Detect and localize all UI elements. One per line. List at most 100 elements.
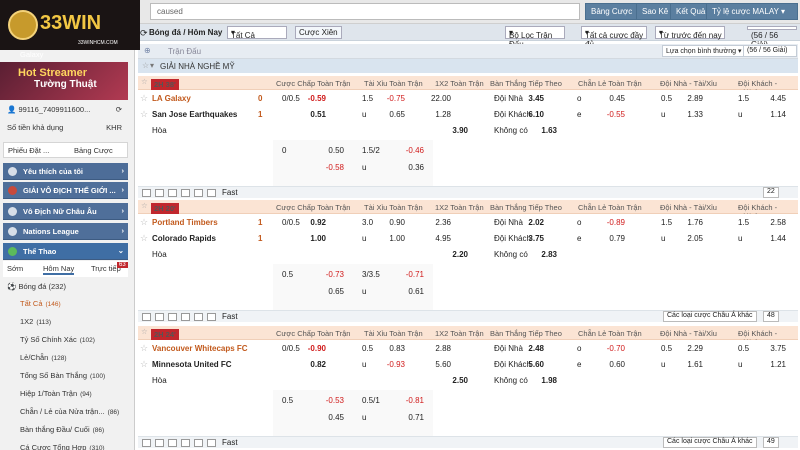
search-input[interactable]: caused <box>150 3 580 20</box>
sidebar-market-item[interactable]: 1X2 (113) <box>20 317 51 326</box>
odds-value[interactable]: 0.50 <box>328 146 344 155</box>
home-team-name[interactable]: LA Galaxy <box>152 94 191 103</box>
odds-value[interactable]: 3.75 <box>770 344 786 353</box>
view-option-select[interactable]: Lựa chọn bình thường ▾ <box>662 45 746 57</box>
odds-value[interactable]: 5.60 <box>435 360 451 369</box>
live-tab-label[interactable]: Trận Đấu <box>168 47 201 56</box>
odds-value[interactable]: 2.36 <box>435 218 451 227</box>
page-info-select[interactable]: (56 / 56 Giải) <box>747 26 797 49</box>
statement-button[interactable]: Sao Kê <box>636 3 675 20</box>
sidebar-market-item[interactable]: Tất Cả (146) <box>20 299 61 308</box>
chart-icon[interactable] <box>168 189 177 197</box>
odds-value[interactable]: 1.21 <box>770 360 786 369</box>
odds-value[interactable]: 2.88 <box>435 344 451 353</box>
chart-icon[interactable] <box>168 439 177 447</box>
odds-value[interactable]: 0.65 <box>328 287 344 296</box>
info-icon[interactable] <box>181 313 190 321</box>
odds-value[interactable]: 1.76 <box>687 218 703 227</box>
play-icon[interactable] <box>142 189 151 197</box>
stats-icon[interactable] <box>155 189 164 197</box>
star-icon[interactable]: ☆ <box>142 61 149 70</box>
sidebar-market-item[interactable]: Tỷ Số Chính Xác (102) <box>20 335 95 344</box>
away-team-name[interactable]: San Jose Earthquakes <box>152 110 237 119</box>
more-asian-markets-select[interactable]: Các loại cược Châu Á khác <box>663 437 757 448</box>
odds-value[interactable]: 4.45 <box>770 94 786 103</box>
odds-value[interactable]: 0.82 <box>310 360 326 369</box>
odds-value[interactable]: 0.71 <box>408 413 424 422</box>
odds-value[interactable]: 3.45 <box>528 94 544 103</box>
odds-value[interactable]: -0.59 <box>308 94 326 103</box>
odds-value[interactable]: 1.14 <box>770 110 786 119</box>
stats-icon[interactable] <box>155 439 164 447</box>
odds-value[interactable]: -0.53 <box>326 396 344 405</box>
odds-value[interactable]: 4.95 <box>435 234 451 243</box>
odds-value[interactable]: 2.83 <box>541 250 557 259</box>
odds-value[interactable]: 2.29 <box>687 344 703 353</box>
play-icon[interactable] <box>142 439 151 447</box>
odds-value[interactable]: 3.90 <box>452 126 468 135</box>
info-icon[interactable] <box>181 439 190 447</box>
star-icon[interactable]: ☆ <box>140 359 148 370</box>
odds-value[interactable]: -0.93 <box>387 360 405 369</box>
odds-value[interactable]: 5.60 <box>528 360 544 369</box>
odds-value[interactable]: 0.79 <box>609 234 625 243</box>
odds-value[interactable]: -0.46 <box>406 146 424 155</box>
away-team-name[interactable]: Minnesota United FC <box>152 360 232 369</box>
fast-bet-button[interactable]: Fast <box>222 188 238 197</box>
odds-value[interactable]: 0.90 <box>389 218 405 227</box>
page-count-select[interactable]: (56 / 56 Giải) <box>743 45 797 57</box>
info-icon[interactable] <box>181 189 190 197</box>
star-icon[interactable]: ☆ <box>140 93 148 104</box>
odds-value[interactable]: 0.45 <box>609 94 625 103</box>
refresh-icon[interactable] <box>194 313 203 321</box>
world-cup-section[interactable]: GIẢI VÔ ĐỊCH THẾ GIỚI ... › <box>3 182 128 199</box>
market-count-select[interactable]: 49 <box>763 437 779 448</box>
odds-value[interactable]: -0.58 <box>326 163 344 172</box>
odds-value[interactable]: 1.63 <box>541 126 557 135</box>
away-team-name[interactable]: Colorado Rapids <box>152 234 216 243</box>
odds-value[interactable]: 0.61 <box>408 287 424 296</box>
sidebar-market-item[interactable]: Chẵn / Lẻ của Nửa trận... (86) <box>20 407 119 416</box>
star-icon[interactable]: ☆ <box>141 327 148 336</box>
sidebar-market-item[interactable]: Bàn thắng Đầu/ Cuối (86) <box>20 425 104 434</box>
favorites-section[interactable]: Yêu thích của tôi › <box>3 163 128 180</box>
league-filter-select[interactable]: Bộ Lọc Trận Đấu ▾ <box>505 26 565 49</box>
time-filter-select[interactable]: Từ trước đến nay ▾ <box>655 26 725 40</box>
odds-value[interactable]: 1.33 <box>687 110 703 119</box>
odds-value[interactable]: 1.00 <box>310 234 326 243</box>
odds-value[interactable]: 0.36 <box>408 163 424 172</box>
odds-value[interactable]: 1.28 <box>435 110 451 119</box>
odds-value[interactable]: 0.92 <box>310 218 326 227</box>
parlay-button[interactable]: Cược Xiên <box>295 26 342 39</box>
stats-icon[interactable] <box>155 313 164 321</box>
odds-value[interactable]: -0.55 <box>607 110 625 119</box>
odds-value[interactable]: 2.89 <box>687 94 703 103</box>
odds-value[interactable]: 1.44 <box>770 234 786 243</box>
odds-value[interactable]: 1.61 <box>687 360 703 369</box>
odds-value[interactable]: -0.89 <box>607 218 625 227</box>
promo-banner[interactable]: Hot Streamer Tường Thuật <box>0 62 128 100</box>
odds-value[interactable]: 0.45 <box>328 413 344 422</box>
star-icon[interactable]: ☆ <box>140 109 148 120</box>
sidebar-market-item[interactable]: Cá Cược Tổng Hợp (310) <box>20 443 105 450</box>
filter-all-select[interactable]: Tất Cả ▾ <box>227 26 287 40</box>
tab-today[interactable]: Hôm Nay <box>43 264 75 275</box>
tab-early[interactable]: Sớm <box>7 264 23 273</box>
fast-bet-button[interactable]: Fast <box>222 312 238 321</box>
home-team-name[interactable]: Vancouver Whitecaps FC <box>152 344 248 353</box>
odds-value[interactable]: -0.71 <box>406 270 424 279</box>
refresh-icon[interactable] <box>194 439 203 447</box>
collapse-icon[interactable]: ⊕ <box>144 46 151 55</box>
sidebar-market-item[interactable]: Lẻ/Chẵn (128) <box>20 353 67 362</box>
refresh-balance-icon[interactable]: ⟳ <box>116 105 122 114</box>
market-count-select[interactable]: 22 <box>763 187 779 198</box>
odds-value[interactable]: -0.73 <box>326 270 344 279</box>
more-asian-markets-select[interactable]: Các loại cược Châu Á khác <box>663 311 757 322</box>
odds-value[interactable]: 2.02 <box>528 218 544 227</box>
sidebar-market-item[interactable]: Hiệp 1/Toàn Trận (94) <box>20 389 92 398</box>
odds-value[interactable]: 0.83 <box>389 344 405 353</box>
star-icon[interactable]: ☆ <box>140 343 148 354</box>
sports-section[interactable]: Thể Thao ⌄ <box>3 243 128 260</box>
nations-league-section[interactable]: Nations League › <box>3 223 128 240</box>
odds-value[interactable]: 6.10 <box>528 110 544 119</box>
